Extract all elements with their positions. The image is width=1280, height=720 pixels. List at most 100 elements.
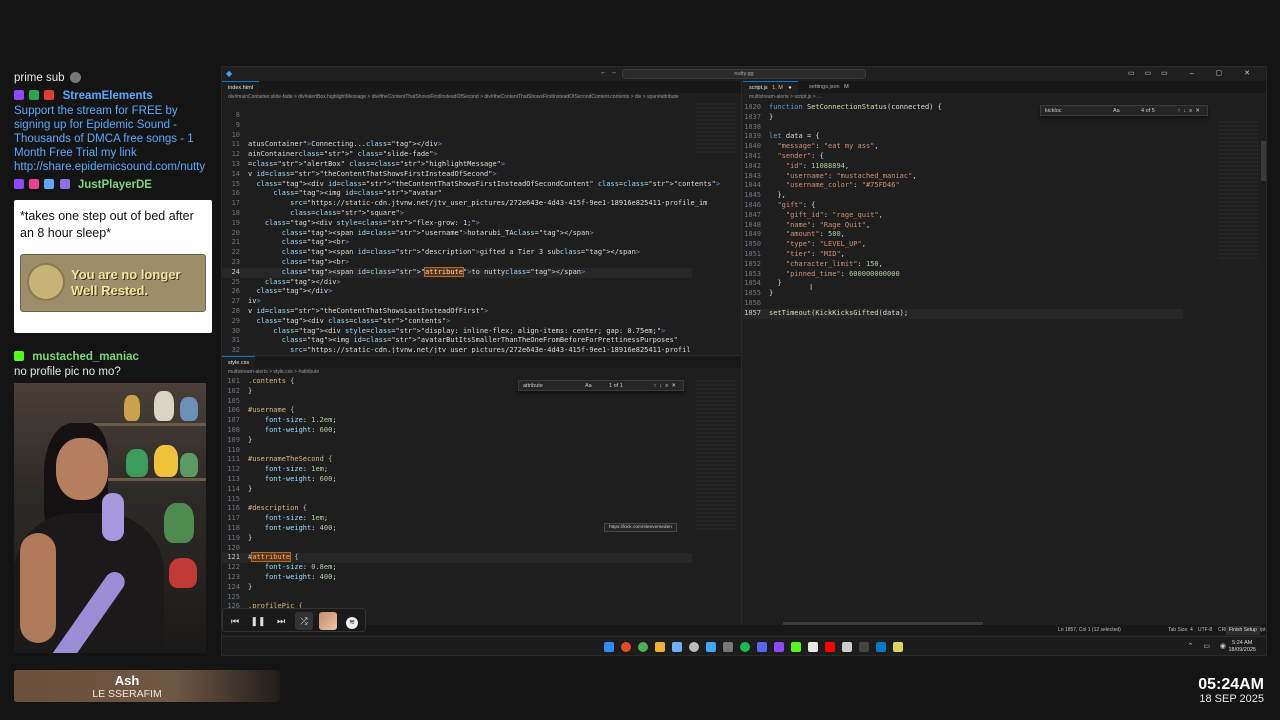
app-icon[interactable] xyxy=(808,642,818,652)
chat-username[interactable]: StreamElements xyxy=(63,90,153,102)
paint-icon[interactable] xyxy=(672,642,682,652)
code-line[interactable]: 1850 "type": "LEVEL_UP", xyxy=(743,240,1183,250)
code-line[interactable]: 8 xyxy=(222,111,692,121)
code-line[interactable]: 1857 setTimeout(KickKicksGifted(data); xyxy=(743,308,1183,319)
code-line[interactable]: 17 src="https://static-cdn.jtvnw.net/jtv… xyxy=(222,199,708,209)
code-line[interactable]: 1843 "username": "mustached_maniac", xyxy=(743,172,1183,182)
shuffle-icon[interactable]: ⤮ xyxy=(295,612,313,630)
minimap[interactable] xyxy=(1218,121,1258,261)
find-nav-controls[interactable]: ↑↓≡✕ xyxy=(1178,106,1203,116)
code-line[interactable]: 107 font-size: 1.2em; xyxy=(222,416,692,426)
code-line[interactable]: 18 class=class="str">"square"> xyxy=(222,209,692,219)
find-input[interactable]: kickloc xyxy=(1045,106,1062,116)
match-case-toggle[interactable]: Aa xyxy=(585,381,592,391)
album-art[interactable] xyxy=(319,612,337,630)
code-line[interactable]: 28 v id=class="str">"theContentThatShowsL… xyxy=(222,307,692,317)
spotify-logo-icon[interactable]: ≋ xyxy=(343,612,361,630)
code-line[interactable]: 20 class="tag"><span id=class="str">"use… xyxy=(222,229,692,239)
code-line[interactable]: 1851 "tier": "MID", xyxy=(743,250,1183,260)
code-line[interactable]: 14 v id=class="str">"theContentThatShowsF… xyxy=(222,170,692,180)
match-case-toggle[interactable]: Aa xyxy=(1113,106,1120,116)
obs-icon[interactable] xyxy=(859,642,869,652)
code-line[interactable]: 22 class="tag"><span id=class="str">"des… xyxy=(222,248,692,258)
code-editor[interactable]: 1820 function SetConnectionStatus(connect… xyxy=(743,103,1183,319)
kick-icon[interactable] xyxy=(791,642,801,652)
code-line[interactable]: 24 class="tag"><span id=class="str">"att… xyxy=(222,266,692,278)
settings-gear-icon[interactable] xyxy=(689,642,699,652)
code-line[interactable]: 112 font-size: 1em; xyxy=(222,465,692,475)
editor-pane-html[interactable]: index.html div#mainContainer.slide-fade … xyxy=(222,81,742,353)
code-line[interactable]: 1854 } xyxy=(743,279,1183,289)
previous-track-icon[interactable]: ⏮ xyxy=(226,612,244,630)
breadcrumb[interactable]: multistream-alerts > style.css > #attrib… xyxy=(222,368,741,377)
tab-script-js[interactable]: script.js 1, M ● xyxy=(743,81,798,93)
code-line[interactable]: 1846 "gift": { xyxy=(743,201,1183,211)
code-line[interactable]: 1855} xyxy=(743,289,1183,299)
notes-icon[interactable] xyxy=(893,642,903,652)
tab-settings-json[interactable]: settings.json M xyxy=(803,81,855,93)
code-line[interactable]: 21 class="tag"><br> xyxy=(222,238,692,248)
code-editor[interactable]: 8 9 10 11 atusContainer">Connecting...class=… xyxy=(222,111,720,353)
next-track-icon[interactable]: ⏭ xyxy=(272,612,290,630)
cursor-position[interactable]: Ln 1857, Col 1 (12 selected) xyxy=(1058,625,1121,635)
youtube-icon[interactable] xyxy=(825,642,835,652)
file-explorer-icon[interactable] xyxy=(655,642,665,652)
code-editor[interactable]: 101 .contents {102} 105 106 #username {107 f… xyxy=(222,377,692,612)
find-widget[interactable]: attribute Aa 1 of 1 ↑↓≡✕ xyxy=(518,380,684,391)
code-line[interactable]: 1845 }, xyxy=(743,191,1183,201)
code-line[interactable]: 27 iv> xyxy=(222,297,692,307)
code-line[interactable]: 30 class="tag"><div style=class="str">"d… xyxy=(222,327,692,337)
code-line[interactable]: 113 font-weight: 600; xyxy=(222,475,692,485)
find-widget[interactable]: kickloc Aa 4 of 5 ↑↓≡✕ xyxy=(1040,105,1208,116)
modified-dot-icon[interactable]: ● xyxy=(788,85,791,91)
forward-arrow-icon[interactable]: → xyxy=(610,69,617,76)
app-icon[interactable] xyxy=(723,642,733,652)
code-line[interactable]: 122 font-size: 0.8em; xyxy=(222,563,692,573)
app-icon[interactable] xyxy=(842,642,852,652)
code-line[interactable]: 12 ainContainerclass="str">" class="slide… xyxy=(222,150,692,160)
chat-username[interactable]: JustPlayerDE xyxy=(78,179,152,191)
pause-icon[interactable]: ❚❚ xyxy=(249,612,267,630)
code-line[interactable]: 10 xyxy=(222,131,692,141)
twitch-icon[interactable] xyxy=(774,642,784,652)
encoding[interactable]: UTF-8 xyxy=(1198,625,1212,635)
code-line[interactable]: 13 =class="str">"alertBox" class=class="s… xyxy=(222,160,692,170)
command-search-input[interactable]: nutty.gg xyxy=(622,69,866,79)
code-line[interactable]: 115 xyxy=(222,495,692,505)
code-line[interactable]: 9 xyxy=(222,121,692,131)
code-line[interactable]: 31 class="tag"><img id=class="str">"avat… xyxy=(222,336,692,346)
minimap[interactable] xyxy=(696,380,736,530)
chrome-icon[interactable] xyxy=(621,642,631,652)
minimap[interactable] xyxy=(696,103,736,153)
browser-icon[interactable] xyxy=(638,642,648,652)
code-line[interactable]: 123 font-weight: 400; xyxy=(222,573,692,583)
code-line[interactable]: 11 atusContainer">Connecting...class="tag… xyxy=(222,140,692,150)
code-line[interactable]: 1842 "id": 11088894, xyxy=(743,162,1183,172)
code-line[interactable]: 1847 "gift_id": "rage_quit", xyxy=(743,211,1183,221)
finish-setup-button[interactable]: Finish Setup xyxy=(1226,626,1260,635)
code-line[interactable]: 29 class="tag"><div class=class="str">"c… xyxy=(222,317,692,327)
code-line[interactable]: 124} xyxy=(222,583,692,593)
code-line[interactable]: 119} xyxy=(222,534,692,544)
find-input[interactable]: attribute xyxy=(523,381,543,391)
back-arrow-icon[interactable]: ← xyxy=(600,69,607,76)
code-line[interactable]: 1840 "message": "eat my ass", xyxy=(743,142,1183,152)
code-line[interactable]: 1853 "pinned_time": 600000000000 xyxy=(743,270,1183,280)
code-line[interactable]: 1841 "sender": { xyxy=(743,152,1183,162)
code-line[interactable]: 106 #username { xyxy=(222,406,692,416)
code-line[interactable]: 32 src="https://static-cdn.jtvnw.net/jtv… xyxy=(222,346,692,353)
code-line[interactable]: 116 #description { xyxy=(222,504,692,514)
code-line[interactable]: 1852 "character_limit": 150, xyxy=(743,260,1183,270)
editor-pane-css[interactable]: style.css multistream-alerts > style.css… xyxy=(222,355,742,625)
breadcrumb[interactable]: multistream-alerts > script.js > ... xyxy=(743,93,1266,102)
code-line[interactable]: 23 class="tag"><br> xyxy=(222,258,692,268)
editor-pane-js[interactable]: script.js 1, M ● settings.json M multist… xyxy=(743,81,1266,625)
code-line[interactable]: 26 class="tag"></div> xyxy=(222,287,692,297)
find-nav-controls[interactable]: ↑↓≡✕ xyxy=(654,381,679,391)
taskbar-clock[interactable]: 5:24 AM 18/09/2025 xyxy=(1228,640,1256,654)
code-line[interactable]: 125 xyxy=(222,593,692,603)
code-line[interactable]: 19 class="tag"><div style=class="str">"f… xyxy=(222,219,692,229)
code-line[interactable]: 1849 "amount": 500, xyxy=(743,230,1183,240)
vscode-taskbar-icon[interactable] xyxy=(876,642,886,652)
tab-size[interactable]: Tab Size: 4 xyxy=(1168,625,1193,635)
